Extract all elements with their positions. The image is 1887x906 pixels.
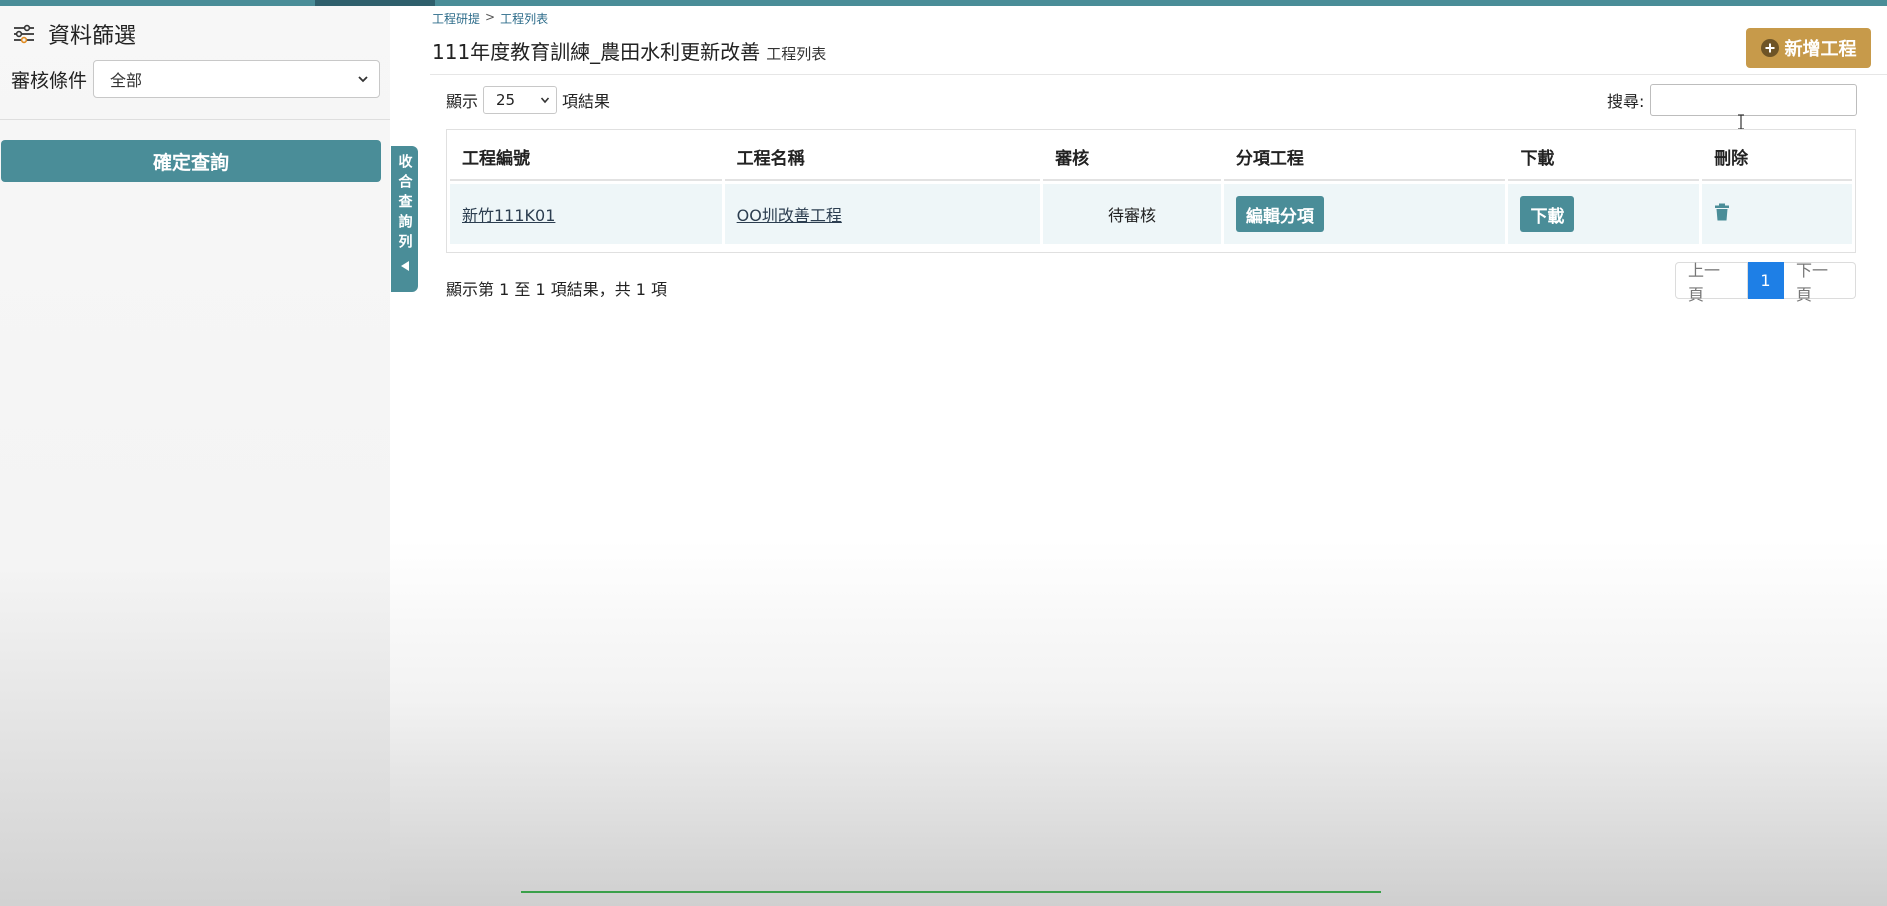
project-table: 工程編號 工程名稱 審核 分項工程 下載 刪除 新竹111K01 OO圳改善工程… [446, 129, 1856, 253]
column-header-delete[interactable]: 刪除 [1702, 133, 1852, 181]
table-search: 搜尋: [1607, 84, 1858, 116]
add-project-label: 新增工程 [1784, 39, 1857, 60]
page-1-button[interactable]: 1 [1748, 262, 1784, 299]
breadcrumb-parent[interactable]: 工程研提 [432, 10, 480, 27]
page-length-value: 25 [496, 91, 516, 109]
page-length-select[interactable]: 25 [483, 86, 558, 114]
edit-sub-items-button[interactable]: 編輯分項 [1235, 196, 1324, 232]
page-title: 111年度教育訓練_農田水利更新改善 工程列表 [432, 36, 826, 65]
page-title-text: 111年度教育訓練_農田水利更新改善 [432, 40, 761, 64]
column-header-download[interactable]: 下載 [1508, 133, 1700, 181]
header-divider [430, 74, 1887, 75]
sidebar-title: 資料篩選 [48, 24, 137, 49]
plus-circle-icon [1760, 39, 1779, 57]
sidebar-divider [0, 119, 390, 120]
cell-sub-items: 編輯分項 [1223, 184, 1506, 244]
sidebar-header: 資料篩選 [12, 16, 136, 52]
chevron-down-icon [540, 97, 550, 104]
breadcrumb-separator: > [485, 10, 496, 24]
project-name-link[interactable]: OO圳改善工程 [737, 206, 842, 225]
page-length-prefix: 顯示 [446, 92, 479, 111]
cell-delete [1702, 184, 1852, 244]
filter-sidebar: 資料篩選 審核條件 全部 確定查詢 [0, 6, 390, 906]
collapse-query-panel-tab[interactable]: 收合查詢列 [391, 146, 418, 292]
column-header-review[interactable]: 審核 [1043, 133, 1221, 181]
chevron-down-icon [358, 76, 368, 83]
review-filter-label: 審核條件 [11, 69, 88, 92]
page-length-suffix: 項結果 [562, 92, 611, 111]
download-button[interactable]: 下載 [1520, 196, 1575, 232]
table-row: 新竹111K01 OO圳改善工程 待審核 編輯分項 下載 [450, 184, 1852, 244]
prev-page-button[interactable]: 上一頁 [1675, 261, 1748, 304]
cell-project-name: OO圳改善工程 [724, 184, 1041, 244]
collapse-tab-label: 收合查詢列 [396, 154, 413, 254]
review-filter-select[interactable]: 全部 [93, 60, 381, 98]
review-filter-value: 全部 [110, 71, 143, 90]
cell-project-id: 新竹111K01 [450, 184, 722, 244]
page-length-control: 顯示 25 項結果 [446, 86, 610, 114]
table-info: 顯示第 1 至 1 項結果，共 1 項 [446, 280, 668, 299]
caret-left-icon [400, 261, 409, 271]
page-subtitle: 工程列表 [766, 45, 827, 63]
cell-download: 下載 [1508, 184, 1700, 244]
column-header-sub-items[interactable]: 分項工程 [1223, 133, 1506, 181]
breadcrumb-current: 工程列表 [500, 12, 549, 26]
filter-sliders-icon [14, 24, 34, 44]
column-header-project-id[interactable]: 工程編號 [450, 133, 722, 181]
review-filter: 審核條件 全部 [11, 60, 381, 98]
bottom-progress-line [521, 891, 1381, 893]
pagination: 上一頁 1 下一頁 [1675, 261, 1856, 304]
cell-review-status: 待審核 [1043, 184, 1221, 244]
search-label: 搜尋: [1607, 92, 1645, 111]
next-page-button[interactable]: 下一頁 [1784, 261, 1856, 304]
table-header-row: 工程編號 工程名稱 審核 分項工程 下載 刪除 [450, 133, 1852, 181]
column-header-project-name[interactable]: 工程名稱 [724, 133, 1041, 181]
add-project-button[interactable]: 新增工程 [1746, 28, 1871, 68]
text-cursor-icon [1738, 114, 1744, 130]
breadcrumb: 工程研提 > 工程列表 [432, 10, 548, 27]
project-id-link[interactable]: 新竹111K01 [462, 206, 555, 225]
confirm-query-button[interactable]: 確定查詢 [1, 140, 381, 182]
search-input[interactable] [1650, 84, 1858, 116]
trash-icon[interactable] [1714, 203, 1730, 221]
